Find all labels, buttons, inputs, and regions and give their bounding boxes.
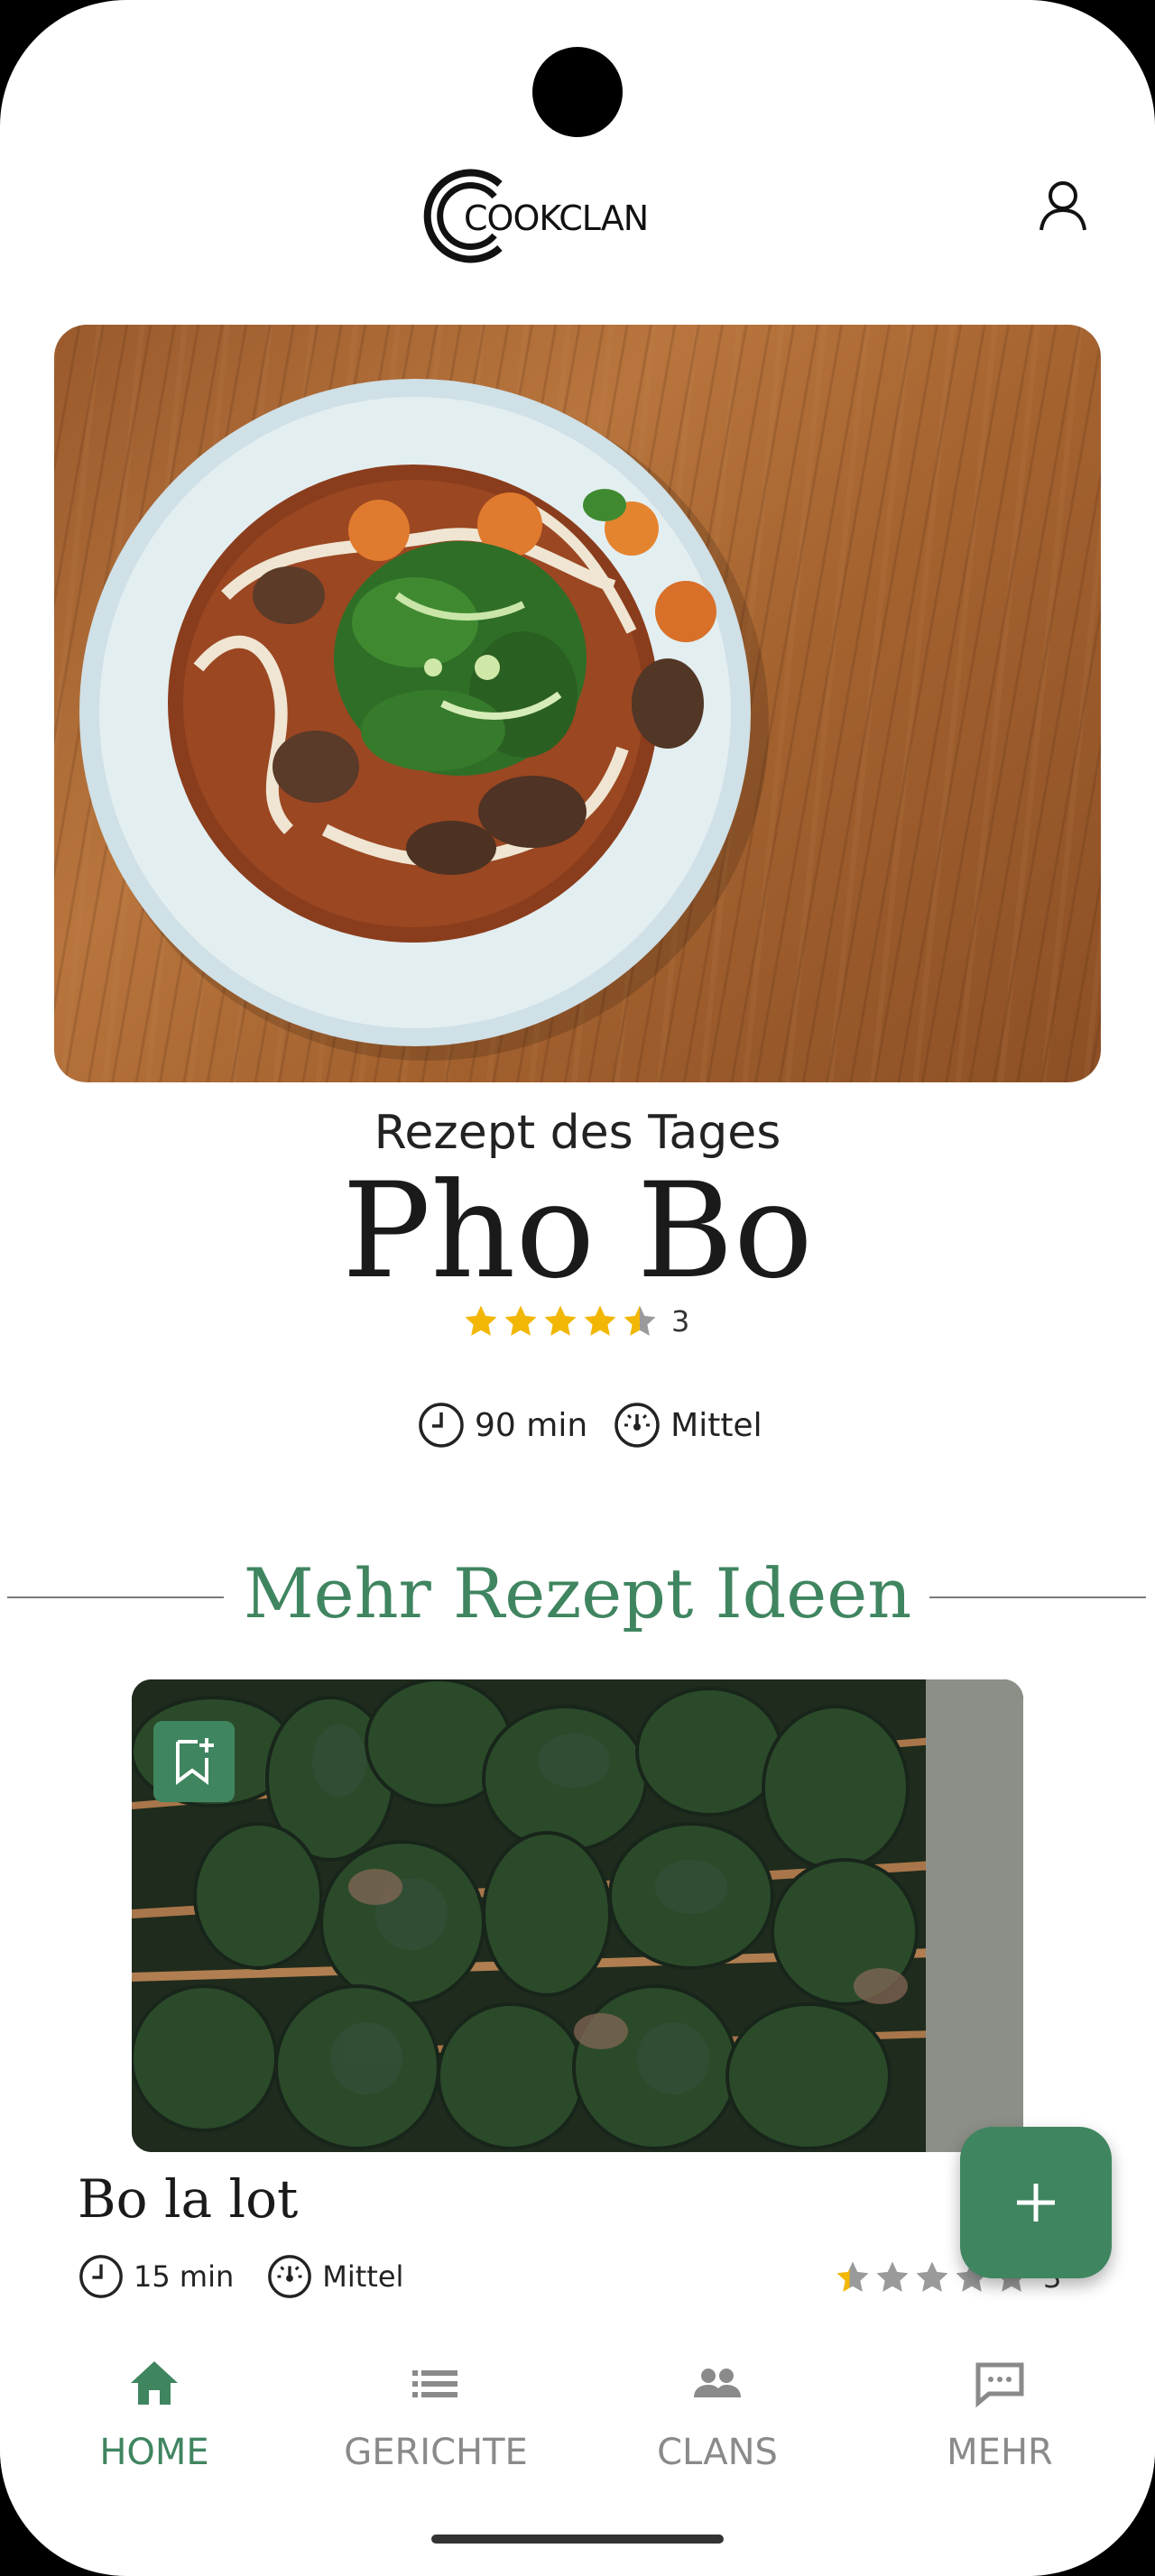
recipe-card-title[interactable]: Bo la lot (78, 2168, 298, 2230)
star-partial-icon (836, 2261, 869, 2292)
logo-text: COOKCLAN (464, 198, 649, 238)
star-icon (544, 1305, 577, 1336)
star-icon (584, 1305, 616, 1336)
card-cook-time-value: 15 min (134, 2259, 235, 2294)
section-title: Mehr Rezept Ideen (243, 1553, 912, 1633)
recipe-title[interactable]: Pho Bo (0, 1164, 1155, 1299)
difficulty: Mittel (613, 1401, 762, 1449)
nav-item-mehr[interactable]: MEHR (892, 2354, 1108, 2473)
card-difficulty-value: Mittel (322, 2259, 404, 2294)
list-icon (412, 2370, 457, 2397)
recipe-card-image[interactable] (132, 1679, 1023, 2152)
gauge-icon (614, 1403, 660, 1448)
home-icon (131, 2361, 178, 2405)
bottom-navigation: HOME GERICHTE CLANS MEHR (0, 2327, 1155, 2498)
difficulty-value: Mittel (670, 1406, 762, 1444)
nav-item-clans[interactable]: CLANS (609, 2354, 826, 2473)
nav-label-clans: CLANS (657, 2432, 778, 2473)
account-icon[interactable] (1036, 176, 1090, 234)
plus-icon (1017, 2184, 1055, 2222)
cook-time: 90 min (417, 1401, 587, 1449)
recipe-of-the-day-label: Rezept des Tages (374, 1106, 781, 1160)
clock-icon (419, 1403, 464, 1448)
cookclan-logo: COOKCLAN (417, 164, 651, 268)
recipe-card-meta: 15 min Mittel (78, 2249, 436, 2304)
bookmark-add-icon (176, 1738, 214, 1785)
chat-icon (975, 2362, 1024, 2408)
recipe-meta: 90 min Mittel (417, 1398, 788, 1452)
star-empty-icon (916, 2261, 948, 2292)
star-icon (504, 1305, 537, 1336)
clock-icon (79, 2255, 123, 2298)
star-half-icon (624, 1305, 656, 1336)
recipe-of-the-day-image[interactable] (54, 325, 1101, 1082)
bookmark-add-button[interactable] (153, 1721, 235, 1802)
add-recipe-button[interactable] (960, 2127, 1112, 2278)
star-empty-icon (876, 2261, 909, 2292)
app-screen: COOKCLAN Rezept des Tages Pho Bo 3 90 mi… (0, 0, 1155, 2576)
people-icon (694, 2369, 741, 2397)
card-difficulty: Mittel (266, 2253, 403, 2300)
home-indicator[interactable] (431, 2535, 724, 2544)
nav-label-home: HOME (99, 2432, 209, 2473)
gauge-icon (268, 2255, 312, 2298)
star-icon (465, 1305, 497, 1336)
nav-item-home[interactable]: HOME (46, 2354, 263, 2473)
nav-item-gerichte[interactable]: GERICHTE (328, 2354, 544, 2473)
card-cook-time: 15 min (78, 2253, 234, 2300)
recipe-rating: 3 (462, 1299, 689, 1344)
rating-count: 3 (671, 1304, 690, 1339)
nav-label-gerichte: GERICHTE (344, 2432, 528, 2473)
cook-time-value: 90 min (475, 1406, 588, 1444)
camera-cutout (532, 47, 623, 137)
nav-label-mehr: MEHR (947, 2432, 1053, 2473)
